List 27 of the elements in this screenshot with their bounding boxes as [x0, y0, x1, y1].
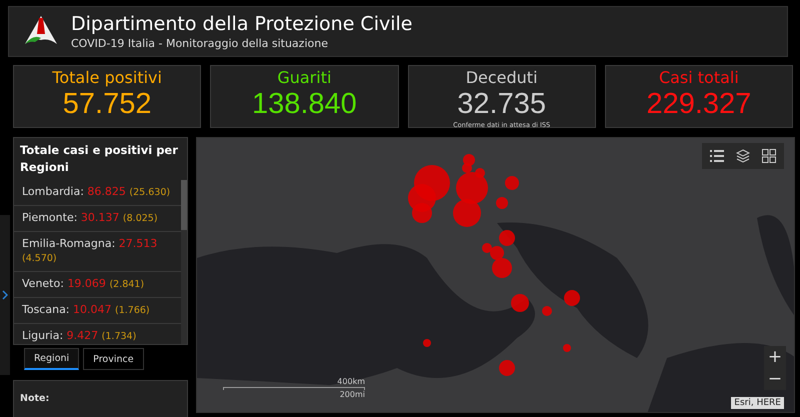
app-title: Dipartimento della Protezione Civile: [71, 13, 412, 35]
scale-label: 200mi: [340, 390, 365, 400]
stat-label: Casi totali: [658, 68, 739, 87]
side-panel-toggle[interactable]: [0, 215, 10, 375]
grid-icon: [762, 149, 776, 163]
notes-title: Note:: [20, 393, 50, 404]
stat-value: 57.752: [62, 87, 152, 121]
stat-label: Deceduti: [466, 68, 538, 87]
map[interactable]: 400km 200mi + − Esri, HERE: [196, 137, 795, 413]
stat-value: 32.735: [457, 87, 546, 121]
panel-title: Totale casi e positivi per Regioni: [19, 142, 179, 176]
caret-icon: [2, 290, 8, 300]
scale-label: 400km: [337, 377, 365, 387]
stat-label: Totale positivi: [52, 68, 162, 87]
panel-tab[interactable]: Regioni: [24, 348, 80, 370]
panel-tab[interactable]: Province: [83, 348, 144, 370]
basemap-button[interactable]: [759, 146, 779, 166]
stat-value: 138.840: [252, 87, 357, 121]
app-subtitle: COVID-19 Italia - Monitoraggio della situazione: [71, 37, 329, 50]
layers-icon: [736, 149, 750, 163]
stat-value: 229.327: [646, 87, 752, 121]
stat-label: Guariti: [277, 68, 332, 87]
scrollbar[interactable]: [181, 180, 187, 344]
list-icon: [710, 149, 724, 163]
attribution: Esri, HERE: [731, 397, 784, 409]
zoom-out-button[interactable]: −: [764, 368, 786, 390]
zoom-in-button[interactable]: +: [764, 346, 786, 368]
